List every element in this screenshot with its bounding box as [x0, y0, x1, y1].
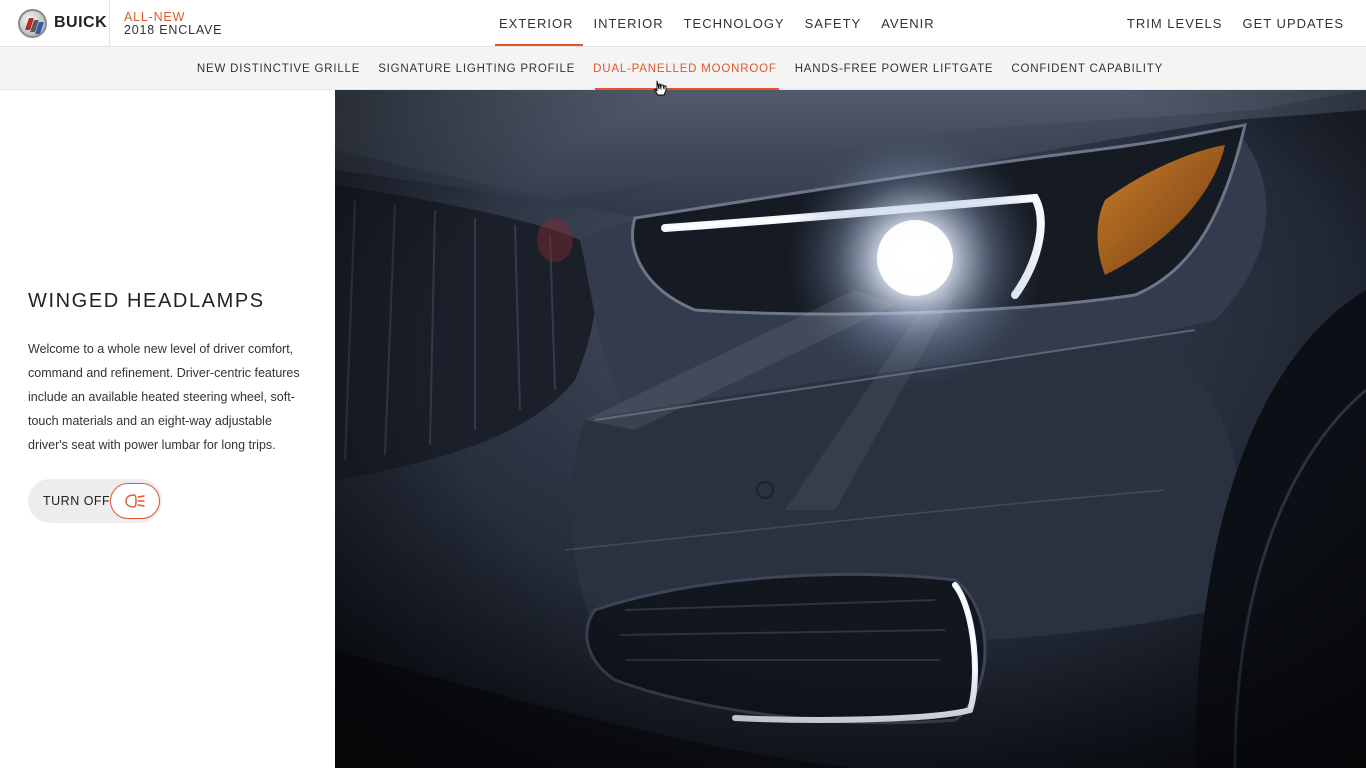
utility-nav: TRIM LEVELS GET UPDATES	[1127, 0, 1344, 46]
headlamp-icon[interactable]	[110, 483, 160, 519]
subnav-dual-panelled-moonroof[interactable]: DUAL-PANELLED MOONROOF	[584, 47, 786, 90]
main-nav-interior[interactable]: INTERIOR	[583, 0, 673, 46]
trim-levels-link[interactable]: TRIM LEVELS	[1127, 0, 1223, 46]
feature-description: Welcome to a whole new level of driver c…	[28, 342, 300, 452]
feature-title: WINGED HEADLAMPS	[28, 290, 265, 312]
subnav-confident-capability[interactable]: CONFIDENT CAPABILITY	[1002, 47, 1172, 90]
hero-car-headlamp-image	[335, 90, 1366, 768]
brand-logo-link[interactable]: BUICK	[0, 0, 110, 46]
get-updates-link[interactable]: GET UPDATES	[1242, 0, 1344, 46]
subnav-hands-free-power-liftgate[interactable]: HANDS-FREE POWER LIFTGATE	[786, 47, 1003, 90]
buick-shield-icon	[18, 8, 47, 38]
model-name[interactable]: ALL-NEW 2018 ENCLAVE	[124, 11, 222, 37]
toggle-label: TURN OFF	[43, 494, 111, 508]
main-nav: EXTERIOR INTERIOR TECHNOLOGY SAFETY AVEN…	[489, 0, 945, 46]
model-title: 2018 ENCLAVE	[124, 23, 223, 37]
subnav-new-distinctive-grille[interactable]: NEW DISTINCTIVE GRILLE	[188, 47, 369, 90]
pointer-cursor-icon	[654, 80, 667, 96]
main-nav-technology[interactable]: TECHNOLOGY	[674, 0, 795, 46]
subnav-signature-lighting-profile[interactable]: SIGNATURE LIGHTING PROFILE	[369, 47, 584, 90]
main-nav-avenir[interactable]: AVENIR	[871, 0, 944, 46]
feature-panel: WINGED HEADLAMPS Welcome to a whole new …	[0, 90, 335, 768]
main-nav-safety[interactable]: SAFETY	[795, 0, 872, 46]
main-nav-exterior[interactable]: EXTERIOR	[489, 0, 584, 46]
brand-name: BUICK	[54, 14, 108, 31]
headlamp-toggle[interactable]: TURN OFF	[28, 479, 162, 523]
feature-subnav: NEW DISTINCTIVE GRILLE SIGNATURE LIGHTIN…	[0, 47, 1366, 90]
top-header: BUICK ALL-NEW 2018 ENCLAVE EXTERIOR INTE…	[0, 0, 1366, 47]
